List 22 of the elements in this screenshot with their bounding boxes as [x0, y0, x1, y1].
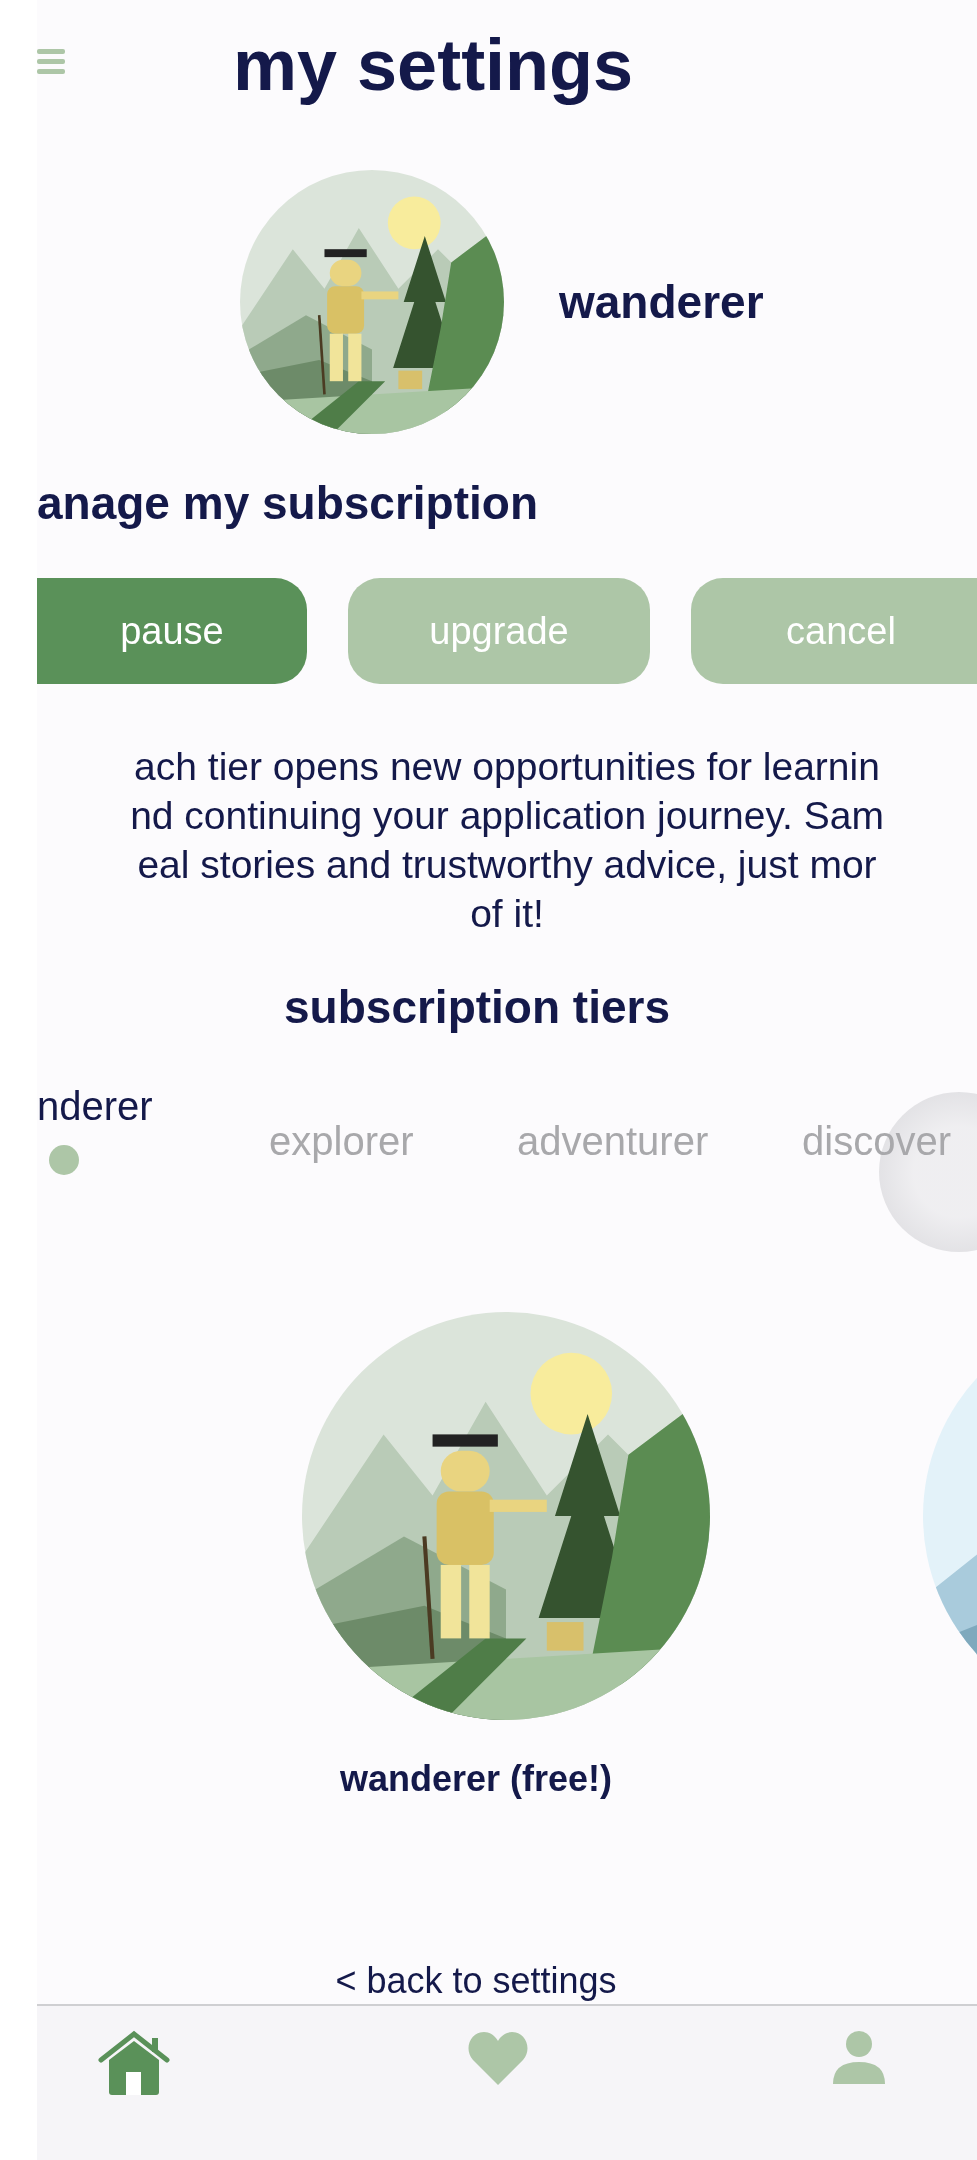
nav-button[interactable]	[467, 2030, 529, 2086]
home-icon	[97, 2030, 171, 2096]
cancel-button[interactable]: cancel	[691, 578, 977, 684]
back-link[interactable]: < back to settings	[335, 1960, 617, 2002]
pause-button[interactable]: pause	[37, 578, 307, 684]
menu-icon[interactable]	[37, 49, 65, 75]
tier-caption: wanderer (free!)	[339, 1758, 613, 1800]
tier-tab[interactable]: explorer	[269, 1119, 414, 1164]
heart-icon	[467, 2030, 529, 2086]
tier-tab[interactable]: nderer	[37, 1084, 153, 1129]
tier-tab[interactable]: adventurer	[517, 1119, 709, 1164]
upgrade-button[interactable]: upgrade	[348, 578, 650, 684]
description-paragraph: ach tier opens new opportunities for learnin nd continuing your application journey. Sam eal stories and trustworthy advice, just mor of it!	[129, 744, 885, 937]
section-heading: anage my subscription	[37, 476, 539, 530]
nav-button[interactable]	[97, 2030, 171, 2096]
section-heading: subscription tiers	[284, 980, 670, 1034]
person-icon	[832, 2030, 886, 2086]
page-title: my settings	[233, 24, 634, 106]
nav-button[interactable]	[832, 2030, 886, 2086]
tier-name: wanderer	[559, 275, 764, 329]
selected-dot	[49, 1145, 79, 1175]
tier-tab[interactable]: discover	[802, 1119, 951, 1164]
